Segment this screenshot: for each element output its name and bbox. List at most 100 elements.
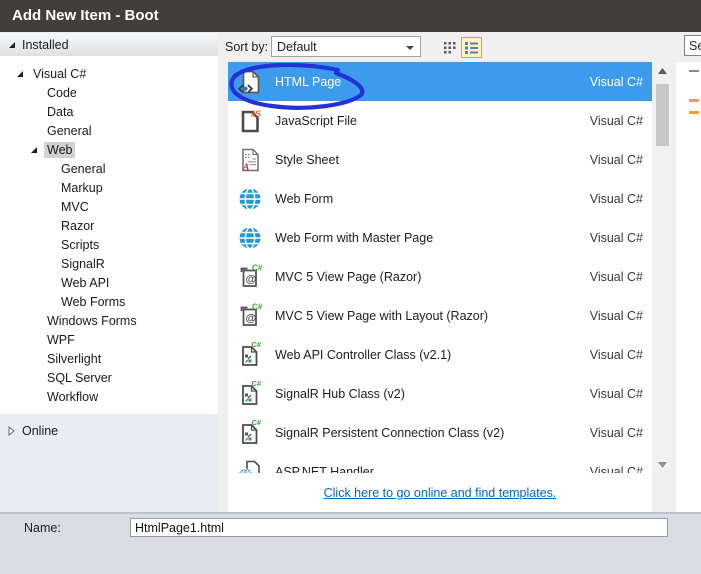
category-label: SQL Server: [47, 370, 112, 385]
template-language: Visual C#: [589, 113, 643, 128]
css-file-icon: A: [237, 147, 263, 173]
template-language: Visual C#: [589, 347, 643, 362]
template-name: SignalR Persistent Connection Class (v2): [275, 425, 505, 440]
template-item-style-sheet[interactable]: A Style Sheet Visual C#: [228, 140, 652, 179]
search-input[interactable]: [684, 35, 701, 56]
chevron-down-icon: [406, 46, 414, 50]
class-file-icon: C#: [237, 381, 263, 407]
category-markup[interactable]: Markup: [0, 178, 218, 197]
template-item-signalr-hub-class-v2[interactable]: C# SignalR Hub Class (v2) Visual C#: [228, 374, 652, 413]
js-file-icon: JS: [237, 108, 263, 134]
template-name: MVC 5 View Page (Razor): [275, 269, 422, 284]
html-file-icon: [237, 69, 263, 95]
category-label: Scripts: [61, 237, 100, 252]
category-silverlight[interactable]: Silverlight: [0, 349, 218, 368]
category-workflow[interactable]: Workflow: [0, 387, 218, 406]
file-name-input[interactable]: [130, 518, 668, 537]
category-label: General: [47, 123, 92, 138]
expanded-icon[interactable]: [8, 41, 20, 49]
template-item-web-api-controller-class-v2-1[interactable]: C# Web API Controller Class (v2.1) Visual …: [228, 335, 652, 374]
list-scrollbar[interactable]: [654, 62, 671, 473]
template-item-signalr-persistent-connection-class-v2[interactable]: C# SignalR Persistent Connection Class (v…: [228, 413, 652, 452]
online-section: Online: [0, 414, 218, 512]
list-view-button[interactable]: [461, 37, 482, 58]
dialog-title: Add New Item - Boot: [12, 7, 159, 24]
sort-by-dropdown[interactable]: Default: [271, 36, 421, 57]
template-item-javascript-file[interactable]: JS JavaScript File Visual C#: [228, 101, 652, 140]
template-language: Visual C#: [589, 74, 643, 89]
category-label: MVC: [61, 199, 89, 214]
template-language: Visual C#: [589, 386, 643, 401]
name-label: Name:: [24, 521, 61, 535]
category-sql-server[interactable]: SQL Server: [0, 368, 218, 387]
template-item-mvc-5-view-page-with-layout-razor[interactable]: @ C# MVC 5 View Page with Layout (Razor) Vi…: [228, 296, 652, 335]
template-name: ASP.NET Handler: [275, 464, 374, 474]
svg-text:C#: C#: [252, 381, 262, 388]
category-wpf[interactable]: WPF: [0, 330, 218, 349]
expanded-icon[interactable]: [16, 70, 30, 78]
class-file-icon: C#: [237, 420, 263, 446]
template-item-asp-net-handler[interactable]: ASP.NET Handler Visual C#: [228, 452, 652, 473]
template-name: HTML Page: [275, 74, 342, 89]
template-name: Style Sheet: [275, 152, 339, 167]
category-windows-forms[interactable]: Windows Forms: [0, 311, 218, 330]
category-code[interactable]: Code: [0, 83, 218, 102]
category-signalr[interactable]: SignalR: [0, 254, 218, 273]
category-mvc[interactable]: MVC: [0, 197, 218, 216]
category-label: Visual C#: [33, 66, 87, 81]
category-label: Workflow: [47, 389, 99, 404]
category-general[interactable]: General: [0, 121, 218, 140]
category-label: Markup: [61, 180, 103, 195]
template-item-html-page[interactable]: HTML Page Visual C#: [228, 62, 652, 101]
category-label: Code: [47, 85, 77, 100]
scrollbar-thumb[interactable]: [656, 84, 669, 146]
category-label: WPF: [47, 332, 75, 347]
globe-file-icon: [237, 186, 263, 212]
category-general[interactable]: General: [0, 159, 218, 178]
template-language: Visual C#: [589, 464, 643, 474]
installed-section-header[interactable]: Installed: [0, 33, 218, 56]
svg-text:@: @: [246, 273, 257, 285]
installed-section-label: Installed: [22, 37, 69, 52]
expanded-icon[interactable]: [30, 146, 44, 154]
template-item-mvc-5-view-page-razor[interactable]: @ C# MVC 5 View Page (Razor) Visual C#: [228, 257, 652, 296]
svg-text:C#: C#: [252, 342, 262, 349]
small-icons-view-button[interactable]: [440, 38, 460, 58]
category-label: General: [61, 161, 106, 176]
template-name: JavaScript File: [275, 113, 357, 128]
cutoff-text-fragment: [689, 111, 699, 114]
template-item-web-form-with-master-page[interactable]: Web Form with Master Page Visual C#: [228, 218, 652, 257]
category-razor[interactable]: Razor: [0, 216, 218, 235]
razor-file-icon: @ C#: [237, 264, 263, 290]
footer-bar: Name:: [0, 514, 701, 574]
svg-text:A: A: [242, 163, 249, 173]
list-toolbar: Sort by: Default: [218, 32, 701, 62]
scroll-up-arrow-icon[interactable]: [654, 64, 671, 77]
handler-file-icon: [237, 459, 263, 473]
category-label: Razor: [61, 218, 95, 233]
template-list: HTML Page Visual C# JS JavaScript File Visua…: [228, 62, 652, 473]
scroll-down-arrow-icon[interactable]: [654, 458, 671, 471]
svg-text:C#: C#: [252, 264, 263, 273]
template-item-web-form[interactable]: Web Form Visual C#: [228, 179, 652, 218]
template-language: Visual C#: [589, 152, 643, 167]
cutoff-text-fragment: [689, 99, 699, 102]
collapsed-icon[interactable]: [8, 426, 20, 436]
category-web-api[interactable]: Web API: [0, 273, 218, 292]
category-data[interactable]: Data: [0, 102, 218, 121]
class-file-icon: C#: [237, 342, 263, 368]
category-label: SignalR: [61, 256, 105, 271]
category-scripts[interactable]: Scripts: [0, 235, 218, 254]
go-online-link[interactable]: Click here to go online and find templat…: [324, 486, 557, 500]
cutoff-text-fragment: [689, 70, 699, 72]
template-list-panel: HTML Page Visual C# JS JavaScript File Visua…: [228, 62, 652, 512]
category-web-forms[interactable]: Web Forms: [0, 292, 218, 311]
category-web[interactable]: Web: [0, 140, 218, 159]
category-label: Windows Forms: [47, 313, 137, 328]
category-visual-c[interactable]: Visual C#: [0, 64, 218, 83]
sort-by-value: Default: [277, 40, 317, 54]
online-link-row: Click here to go online and find templat…: [228, 473, 652, 512]
template-language: Visual C#: [589, 191, 643, 206]
sort-by-label: Sort by:: [225, 40, 269, 54]
online-section-header[interactable]: Online: [0, 418, 218, 444]
